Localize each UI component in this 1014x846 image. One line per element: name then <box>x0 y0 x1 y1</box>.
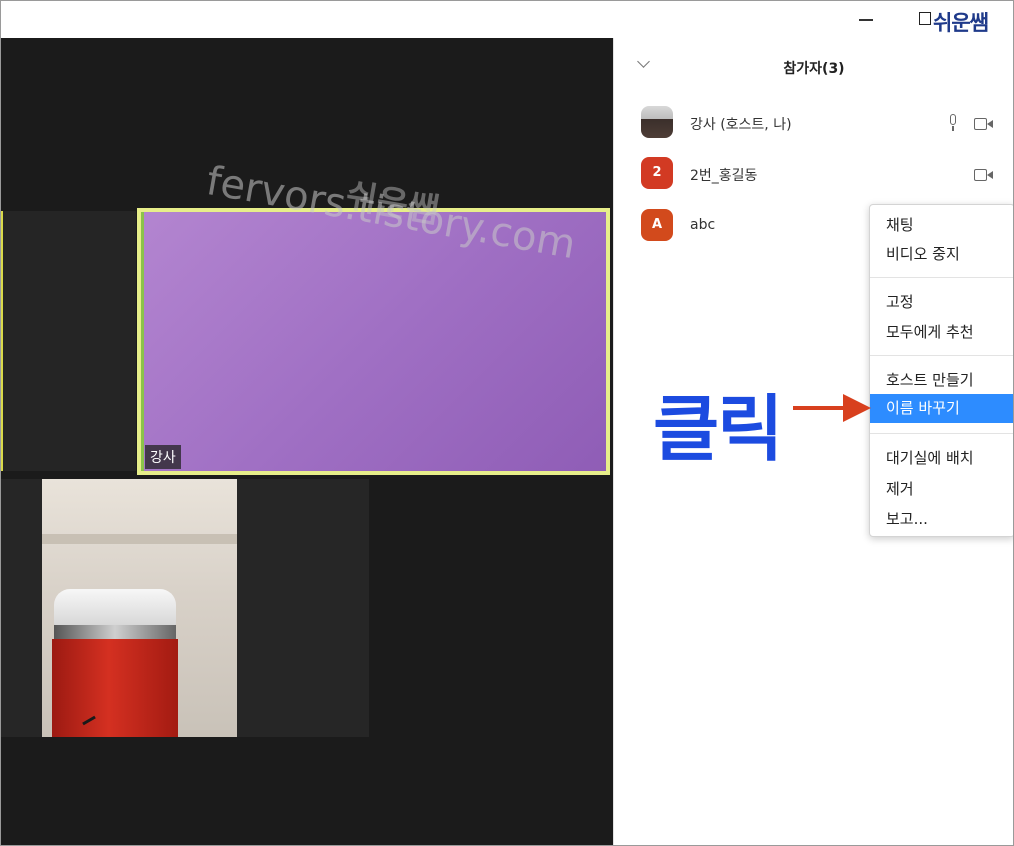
minimize-icon[interactable] <box>859 19 873 21</box>
menu-divider <box>870 355 1013 356</box>
video-tile-partial[interactable] <box>1 211 136 471</box>
bottle-lid <box>54 589 176 627</box>
bottle-mark <box>82 715 96 726</box>
menu-item-pin[interactable]: 고정 <box>870 288 1013 317</box>
menu-item-spotlight[interactable]: 모두에게 추천 <box>870 318 1013 347</box>
participant-row[interactable]: 2 2번_홍길동 <box>641 155 1001 189</box>
bottle-rim <box>54 625 176 639</box>
video-name-tag: 강사 <box>145 445 181 469</box>
camera-feed <box>42 479 237 737</box>
tile-edge-highlight <box>141 212 144 471</box>
video-tile-active-speaker[interactable]: 강사 <box>137 208 610 475</box>
panel-title: 참가자(3) <box>783 61 845 77</box>
video-tile-participant[interactable] <box>1 479 369 737</box>
bottle-body <box>52 639 178 737</box>
menu-item-remove[interactable]: 제거 <box>870 475 1013 504</box>
video-icon[interactable] <box>974 118 994 131</box>
maximize-icon[interactable] <box>919 12 931 25</box>
title-bar: 쉬운쌤 <box>1 1 1013 38</box>
avatar: A <box>641 209 673 241</box>
participant-row[interactable]: 강사 (호스트, 나) <box>641 104 1001 138</box>
participant-name: 2번_홍길동 <box>690 168 758 184</box>
menu-item-make-host[interactable]: 호스트 만들기 <box>870 366 1013 395</box>
participant-name: abc <box>690 217 716 233</box>
menu-item-chat[interactable]: 채팅 <box>870 211 1013 240</box>
menu-item-report[interactable]: 보고... <box>870 505 1013 534</box>
menu-item-waiting-room[interactable]: 대기실에 배치 <box>870 444 1013 473</box>
participant-name: 강사 (호스트, 나) <box>690 117 792 133</box>
zoom-meeting-window: 쉬운쌤 강사 fervors.tistory.com 쉬운쌤 참가자(3) 강사… <box>0 0 1014 846</box>
video-icon[interactable] <box>974 169 994 182</box>
menu-item-stop-video[interactable]: 비디오 중지 <box>870 240 1013 269</box>
video-gallery: 강사 fervors.tistory.com 쉬운쌤 <box>1 38 613 845</box>
participant-context-menu: 채팅 비디오 중지 고정 모두에게 추천 호스트 만들기 이름 바꾸기 대기실에… <box>869 204 1013 537</box>
menu-divider <box>870 433 1013 434</box>
background-box <box>42 534 237 544</box>
annotation-arrowhead-icon <box>843 394 871 422</box>
annotation-arrow-icon <box>793 406 845 410</box>
mic-icon[interactable] <box>948 114 958 132</box>
menu-divider <box>870 277 1013 278</box>
annotation-click-label: 클릭 <box>653 387 783 471</box>
brand-watermark: 쉬운쌤 <box>933 11 989 35</box>
avatar: 2 <box>641 157 673 189</box>
menu-item-rename[interactable]: 이름 바꾸기 <box>870 394 1013 423</box>
avatar <box>641 106 673 138</box>
